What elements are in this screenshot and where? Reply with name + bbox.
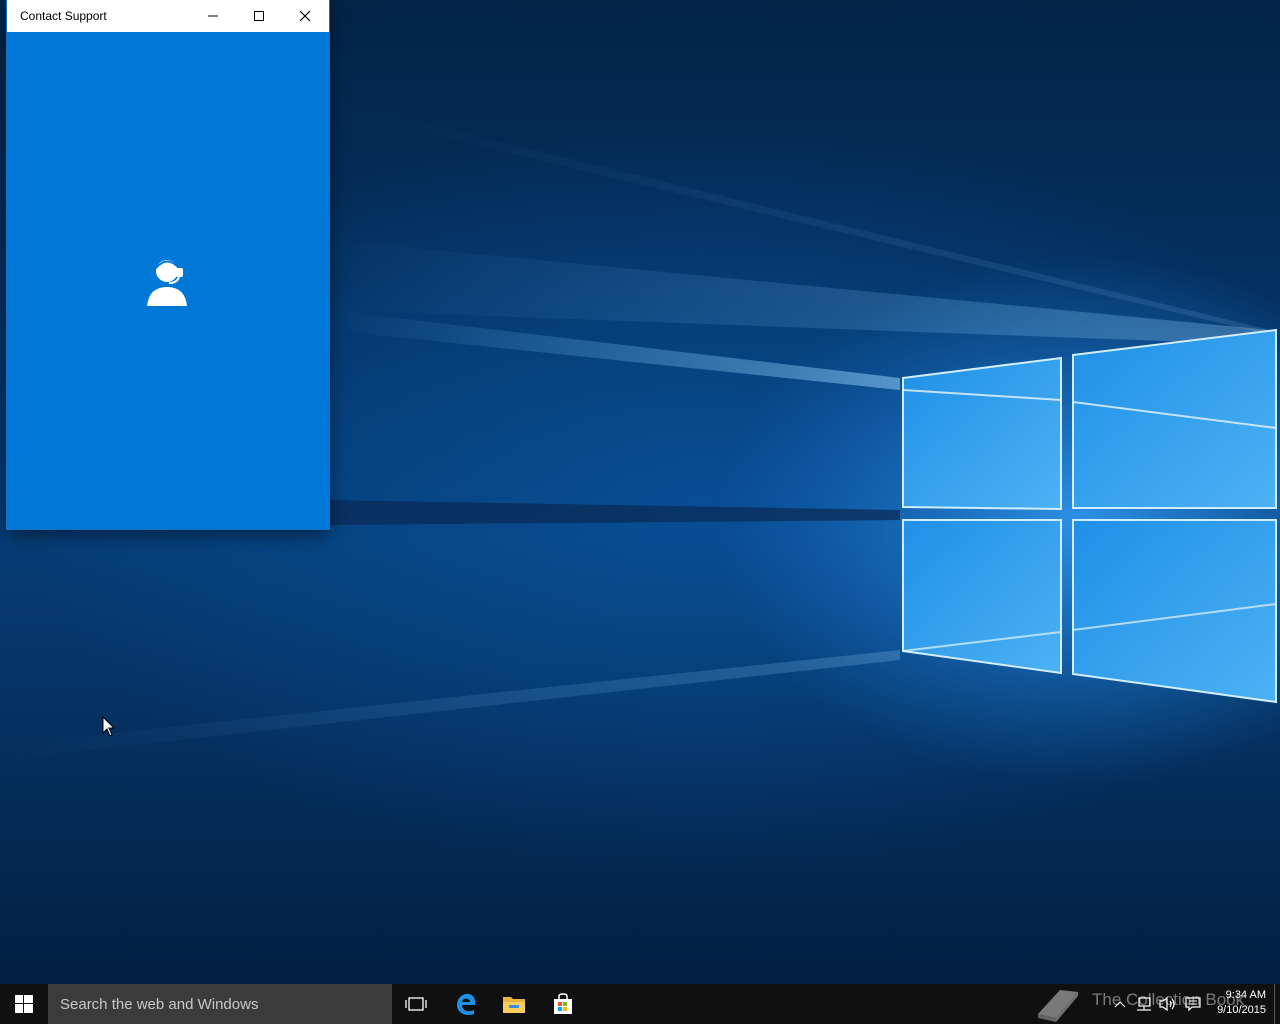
search-placeholder: Search the web and Windows: [60, 996, 259, 1013]
search-box[interactable]: Search the web and Windows: [48, 984, 392, 1024]
task-view-icon: [405, 997, 427, 1011]
action-center-button[interactable]: [1181, 984, 1205, 1024]
clock-time: 9:34 AM: [1225, 989, 1266, 1001]
start-button[interactable]: [0, 984, 48, 1024]
show-desktop-button[interactable]: [1274, 984, 1280, 1024]
maximize-button[interactable]: [236, 0, 282, 32]
desktop: Contact Support: [0, 0, 1280, 984]
store-taskbar-button[interactable]: [539, 984, 587, 1024]
close-button[interactable]: [282, 0, 328, 32]
task-view-button[interactable]: [392, 984, 440, 1024]
volume-icon: [1159, 996, 1175, 1012]
volume-button[interactable]: [1156, 984, 1180, 1024]
file-explorer-icon: [503, 997, 525, 1013]
action-center-icon: [1185, 997, 1201, 1012]
title-bar[interactable]: Contact Support: [7, 0, 329, 32]
minimize-icon: [208, 15, 218, 17]
edge-icon: [457, 993, 476, 1015]
network-button[interactable]: [1132, 984, 1156, 1024]
book-icon: [1038, 990, 1078, 1022]
maximize-icon: [254, 11, 264, 21]
store-icon: [554, 993, 572, 1014]
show-hidden-icons-button[interactable]: [1108, 984, 1132, 1024]
network-icon: [1137, 997, 1151, 1011]
taskbar: Search the web and Windows The Collectio…: [0, 984, 1280, 1024]
contact-support-window[interactable]: Contact Support: [7, 0, 329, 529]
minimize-button[interactable]: [190, 0, 236, 32]
close-icon: [299, 10, 311, 22]
mouse-cursor-icon: [102, 716, 116, 737]
clock-date: 9/10/2015: [1217, 1004, 1266, 1016]
edge-taskbar-button[interactable]: [442, 984, 490, 1024]
app-splash-content: [7, 32, 329, 529]
clock[interactable]: 9:34 AM 9/10/2015: [1206, 988, 1266, 1018]
chevron-up-icon: [1114, 1001, 1126, 1008]
window-title: Contact Support: [20, 9, 107, 23]
support-agent-icon: [147, 260, 187, 306]
windows-start-icon: [15, 995, 33, 1013]
file-explorer-taskbar-button[interactable]: [490, 984, 538, 1024]
